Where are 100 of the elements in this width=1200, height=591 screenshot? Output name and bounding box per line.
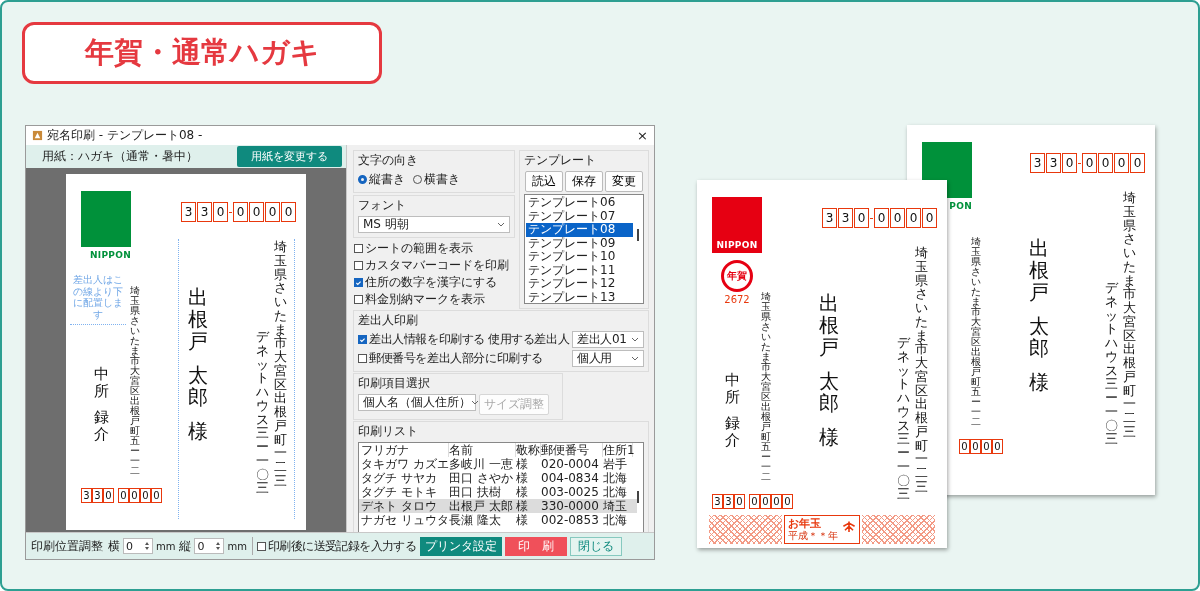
postal-code-box: 0 (734, 494, 745, 509)
honorific: 様 (1029, 371, 1049, 393)
table-cell-text: タグチ サヤカ (361, 471, 438, 485)
radio-option[interactable]: 縦書き (358, 171, 405, 188)
postal-code-box: 0 (854, 208, 869, 228)
banner-title: 年賀・通常ハガキ (84, 34, 320, 71)
list-row[interactable]: タグチ モトキ 田口 扶樹 様 003-0025 北海 (359, 485, 637, 499)
postal-code-box: 3 (838, 208, 853, 228)
table-cell-text: 出根戸 太郎 (449, 499, 514, 513)
scrollbar-thumb[interactable] (637, 229, 639, 241)
postal-code-box: 0 (749, 494, 760, 509)
footer-button[interactable]: 閉じる (570, 536, 623, 556)
list-row[interactable]: タキガワ カズエ多岐川 一恵 様 020-0004 岩手 (359, 457, 637, 471)
table-cell-text: 埼玉 (603, 499, 628, 513)
table-cell-text: 様 (516, 485, 529, 499)
postal-code-box: 0 (213, 202, 228, 222)
table-cell-text: 様 (516, 513, 529, 527)
template-item[interactable]: テンプレート10 (526, 250, 633, 264)
spinner-icon (144, 541, 150, 551)
sender-select[interactable]: 個人用 (572, 350, 645, 367)
table-cell: タキガワ カズエ (361, 457, 449, 471)
print-item-select[interactable]: 個人名（個人住所） (358, 394, 476, 411)
list-row[interactable]: ナガセ リュウタ長瀬 隆太 様 002-0853 北海 (359, 513, 637, 527)
template-button[interactable]: 読込 (525, 171, 563, 192)
guide-line (70, 324, 126, 325)
stamp-label: NIPPON (716, 240, 758, 250)
checkbox-option[interactable]: 郵便番号を差出人部分に印刷する (358, 350, 570, 367)
scrollbar-thumb[interactable] (637, 491, 639, 503)
table-cell-text: デネト タロウ (361, 499, 438, 513)
postal-code-box: 0 (981, 439, 992, 454)
table-cell-text: 様 (516, 457, 529, 471)
checkbox-option[interactable]: 住所の数字を漢字にする (354, 274, 515, 291)
template-item[interactable]: テンプレート08 (526, 223, 633, 237)
table-cell-text: 003-0025 (541, 485, 600, 499)
vertical-offset-field[interactable]: 0 (194, 538, 225, 554)
sender-name: 録介 (725, 415, 740, 448)
postal-code-box: 0 (249, 202, 264, 222)
table-cell-text: 田口 扶樹 (449, 485, 502, 499)
caret-icon (631, 337, 640, 342)
addressee-name: 太郎 (188, 364, 208, 408)
checkbox-option[interactable]: 料金別納マークを表示 (354, 291, 515, 308)
postal-code-box: 0 (771, 494, 782, 509)
list-row[interactable]: タグチ サヤカ 田口 さやか 様 004-0834 北海 (359, 471, 637, 485)
paper-label: 用紙：ハガキ（通常・暑中） (42, 148, 198, 165)
postal-code-box: 3 (181, 202, 196, 222)
footer-button[interactable]: 印 刷 (505, 536, 568, 556)
postal-code-box: 0 (233, 202, 248, 222)
group-label: 印刷項目選択 (358, 375, 431, 392)
sender-address: 埼玉県さいたま市大宮区出根戸町五ー一二 (971, 237, 981, 427)
checkbox-option[interactable]: カスタマバーコードを印刷 (354, 257, 515, 274)
postal-code-box: 3 (1046, 153, 1061, 173)
address-line: デネットハウス三ー一〇三 (896, 336, 909, 501)
column-header: 郵便番号 (541, 443, 603, 457)
addressee-name: 太郎 (819, 370, 839, 414)
template-item[interactable]: テンプレート09 (526, 236, 633, 250)
table-cell-text: 様 (516, 471, 529, 485)
honorific: 様 (188, 420, 208, 442)
horizontal-offset-field[interactable]: 0 (123, 538, 153, 554)
template-item[interactable]: テンプレート07 (526, 209, 633, 223)
table-cell-text: 330-0000 (541, 499, 600, 513)
checkbox-option[interactable]: シートの範囲を表示 (354, 240, 515, 257)
postal-code-box: 0 (760, 494, 771, 509)
group-label: 印刷リスト (358, 423, 419, 440)
template-item[interactable]: テンプレート11 (526, 263, 633, 277)
postal-code-box: 3 (92, 488, 103, 503)
radio-option[interactable]: 横書き (413, 171, 460, 188)
change-paper-button[interactable]: 用紙を変更する (237, 146, 342, 167)
window-title: 宛名印刷 - テンプレート08 - (47, 127, 204, 144)
vertical-label: 縦 (179, 537, 192, 555)
close-button[interactable]: × (637, 128, 648, 143)
mark-number: 2672 (724, 294, 750, 305)
checkbox-option[interactable]: 差出人情報を印刷する (358, 331, 485, 348)
template-button[interactable]: 保存 (565, 171, 603, 192)
postal-code-box: 3 (81, 488, 92, 503)
column-header: フリガナ (361, 443, 449, 457)
mark-label: 年賀 (727, 269, 747, 283)
horizontal-label: 横 (108, 537, 120, 555)
sender-select[interactable]: 差出人01 (572, 331, 645, 348)
position-label: 印刷位置調整 (31, 537, 103, 555)
template-item[interactable]: テンプレート13 (526, 290, 633, 303)
postal-code-box: 0 (890, 208, 905, 228)
checkbox-option[interactable]: 印刷後に送受記録を入力する (256, 537, 417, 555)
table-cell-text: 北海 (603, 485, 628, 499)
group-label: 文字の向き (358, 152, 419, 169)
template-button[interactable]: 変更 (605, 171, 643, 192)
postal-code-box: 0 (874, 208, 889, 228)
postal-code-box: 0 (281, 202, 296, 222)
template-item[interactable]: テンプレート12 (526, 277, 633, 291)
table-cell-text: 北海 (603, 513, 628, 527)
font-select[interactable]: MS 明朝 (358, 216, 510, 233)
footer-button[interactable]: プリンタ設定 (420, 536, 503, 556)
group-label: 差出人印刷 (358, 312, 419, 329)
table-cell-text: タグチ モトキ (361, 485, 438, 499)
postal-code-box: 0 (1130, 153, 1145, 173)
template-item[interactable]: テンプレート06 (526, 196, 633, 210)
table-cell-text: 田口 さやか (449, 471, 514, 485)
spinner-icon (215, 541, 222, 551)
list-row[interactable]: デネト タロウ 出根戸 太郎 様 330-0000 埼玉 (359, 499, 637, 513)
postal-code-box: 3 (1030, 153, 1045, 173)
addressee-name: 出根戸 (1029, 237, 1049, 303)
